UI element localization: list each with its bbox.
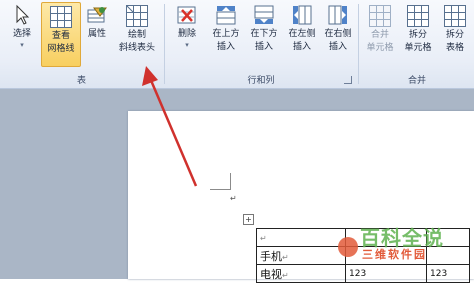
- annotation-arrow: [142, 66, 198, 187]
